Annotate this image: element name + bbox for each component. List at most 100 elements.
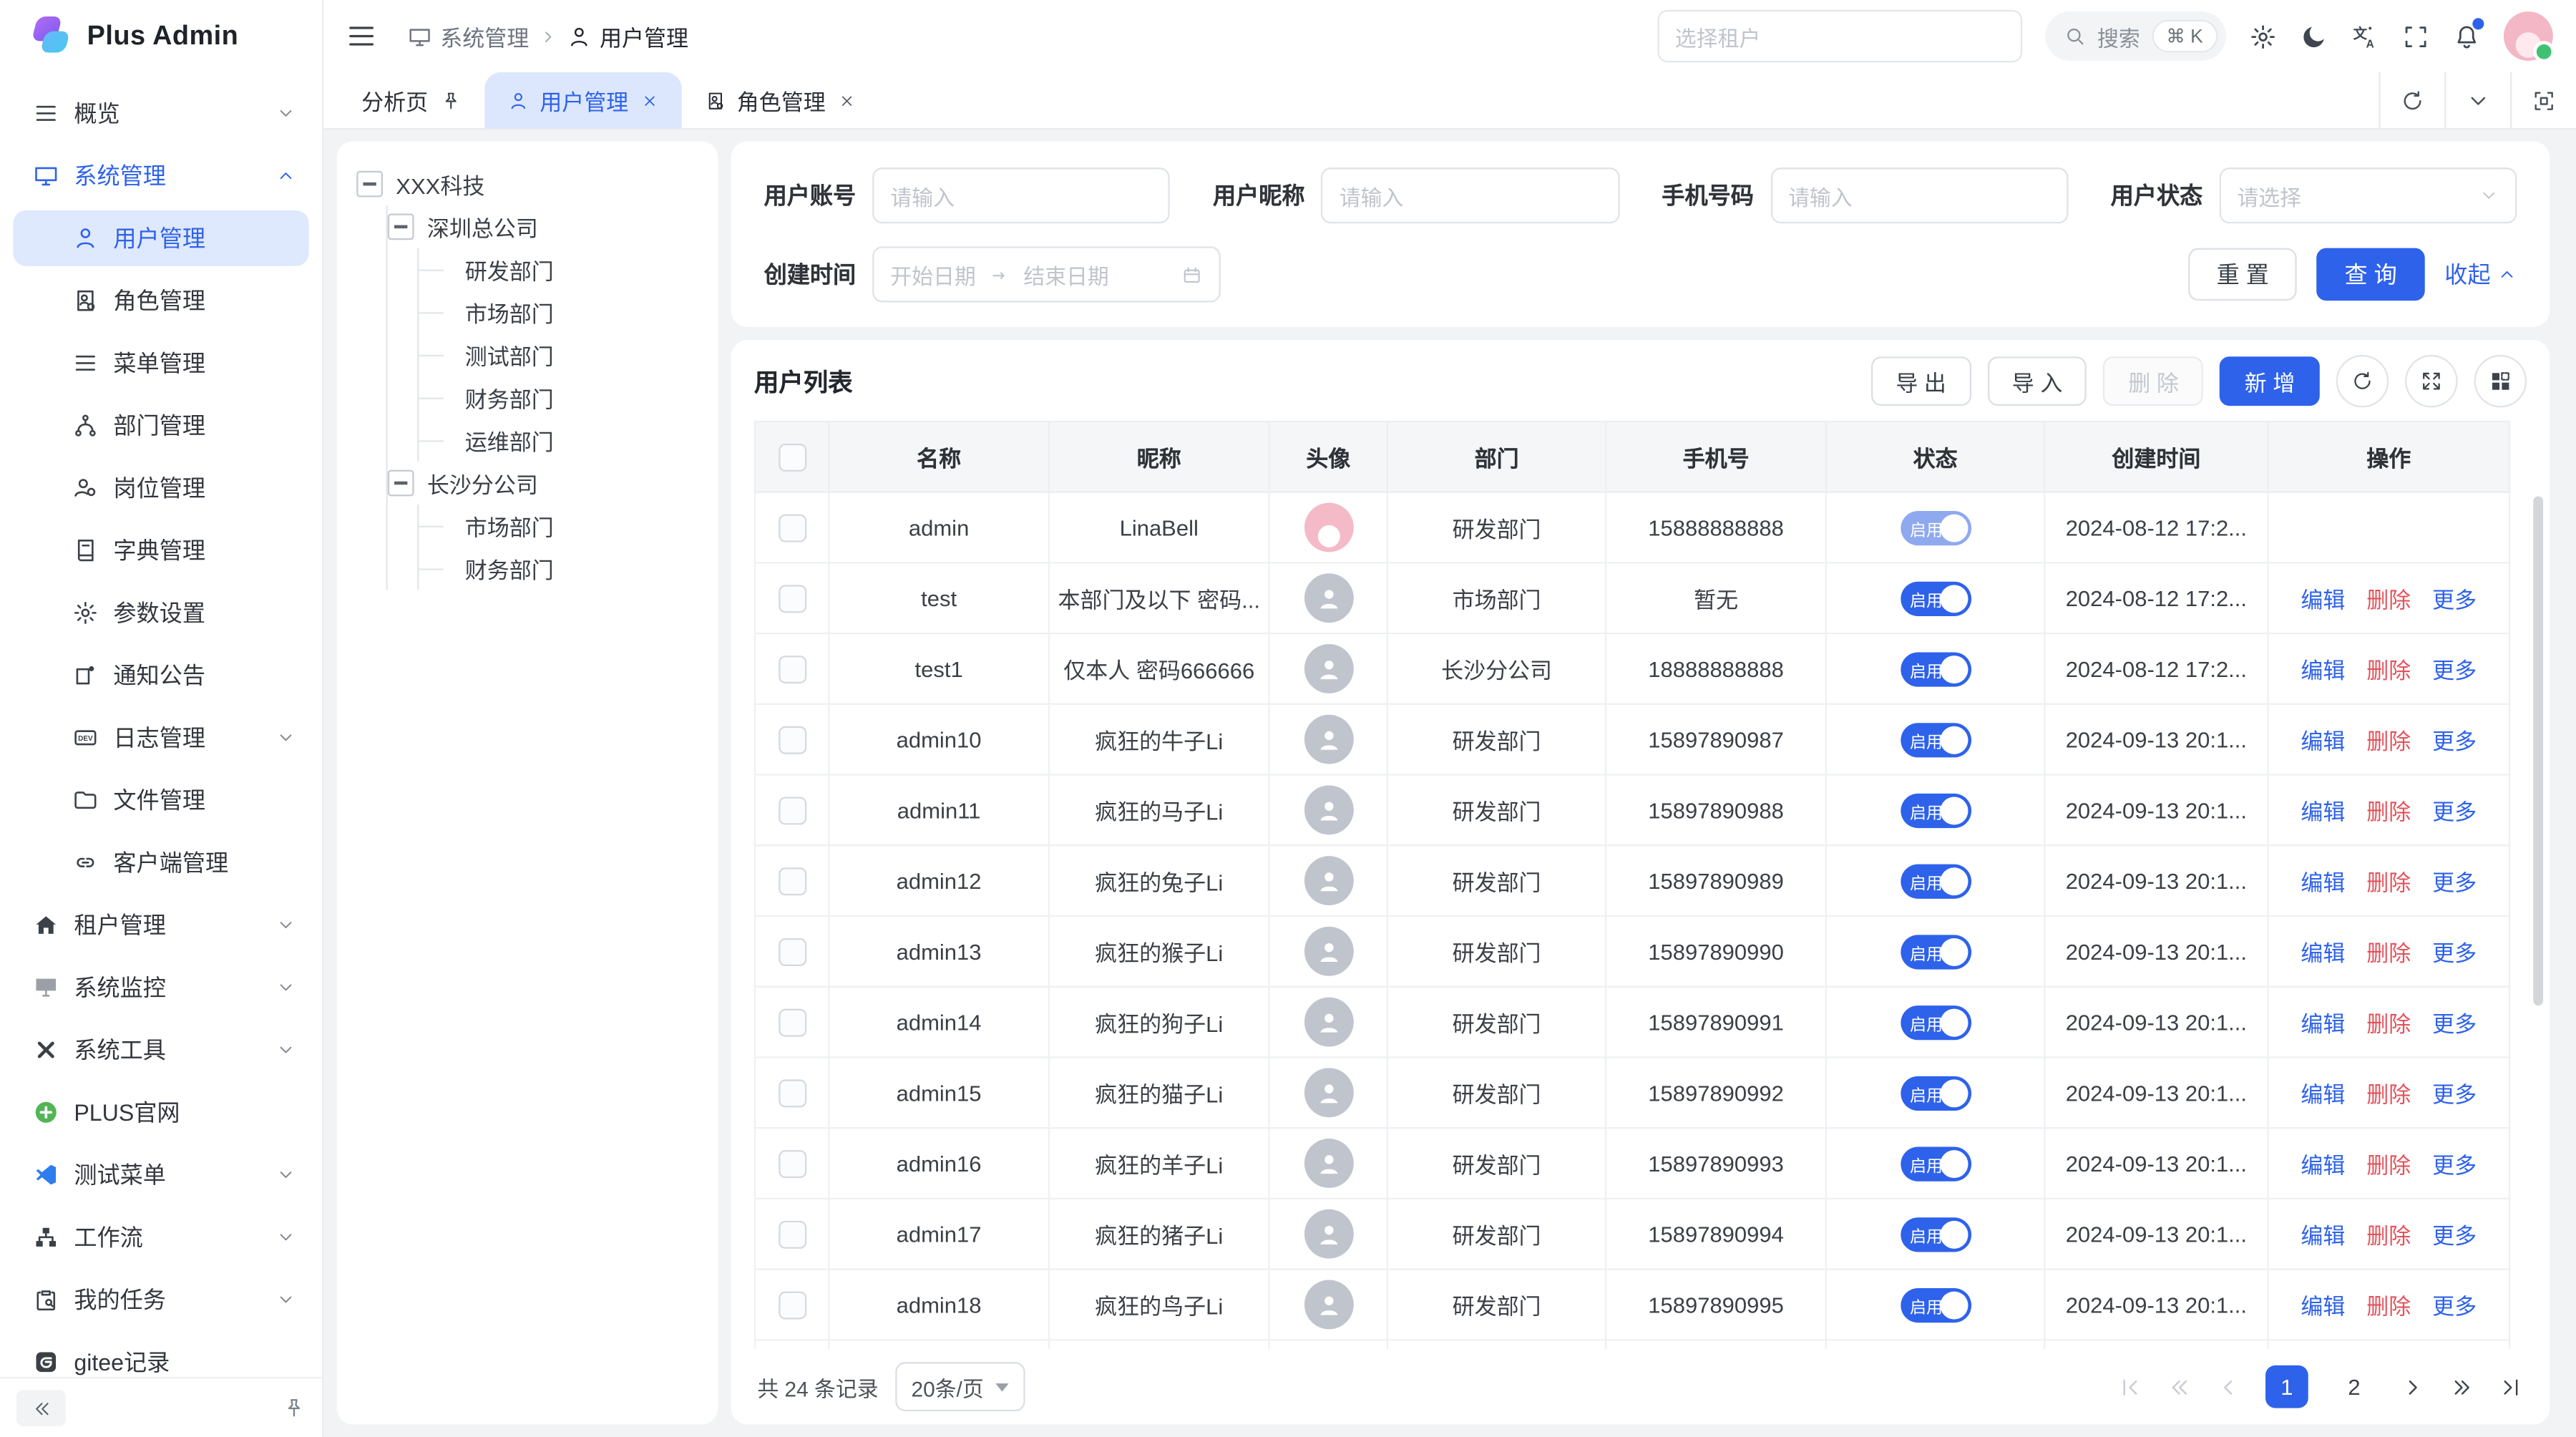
import-button[interactable]: 导 入: [1987, 356, 2087, 406]
dark-mode-moon-icon[interactable]: [2300, 22, 2328, 50]
more-link[interactable]: 更多: [2432, 942, 2477, 966]
sidebar-item-角色管理[interactable]: 角色管理: [13, 273, 308, 328]
more-link[interactable]: 更多: [2432, 588, 2477, 613]
status-toggle[interactable]: 启用: [1900, 722, 1971, 756]
notifications-bell-icon[interactable]: [2453, 22, 2481, 50]
page-size-select[interactable]: 20条/页: [895, 1362, 1025, 1411]
sidebar-item-系统管理[interactable]: 系统管理: [13, 148, 308, 204]
tree-collapse-toggle[interactable]: [388, 470, 414, 497]
delete-button[interactable]: 删 除: [2104, 356, 2204, 406]
tab-用户管理[interactable]: 用户管理: [484, 72, 681, 128]
sidebar-item-日志管理[interactable]: DEV日志管理: [13, 710, 308, 766]
refresh-table-button[interactable]: [2336, 355, 2389, 407]
more-link[interactable]: 更多: [2432, 800, 2477, 824]
delete-link[interactable]: 删除: [2366, 659, 2411, 683]
tree-node-研发部门[interactable]: 研发部门: [419, 248, 698, 291]
delete-link[interactable]: 删除: [2366, 1295, 2411, 1319]
more-link[interactable]: 更多: [2432, 1295, 2477, 1319]
status-toggle[interactable]: 启用: [1900, 1005, 1971, 1039]
edit-link[interactable]: 编辑: [2301, 659, 2345, 683]
status-toggle[interactable]: 启用: [1900, 1287, 1971, 1322]
date-range-picker[interactable]: 开始日期 结束日期: [872, 246, 1221, 302]
delete-link[interactable]: 删除: [2366, 1224, 2411, 1248]
edit-link[interactable]: 编辑: [2301, 800, 2345, 824]
sidebar-item-gitee记录[interactable]: gitee记录: [13, 1334, 308, 1377]
row-checkbox[interactable]: [778, 867, 806, 895]
tree-node-深圳总公司[interactable]: 深圳总公司: [388, 205, 698, 248]
sidebar-item-文件管理[interactable]: 文件管理: [13, 772, 308, 828]
sidebar-item-我的任务[interactable]: 我的任务: [13, 1272, 308, 1328]
tenant-select[interactable]: 选择租户: [1657, 10, 2022, 62]
status-select[interactable]: 请选择: [2219, 167, 2517, 223]
edit-link[interactable]: 编辑: [2301, 588, 2345, 613]
delete-link[interactable]: 删除: [2366, 729, 2411, 754]
more-link[interactable]: 更多: [2432, 1154, 2477, 1178]
sidebar-collapse-button[interactable]: [16, 1390, 66, 1426]
delete-link[interactable]: 删除: [2366, 871, 2411, 895]
nickname-input[interactable]: 请输入: [1321, 167, 1619, 223]
status-toggle[interactable]: 启用: [1900, 863, 1971, 897]
tree-node-测试部门[interactable]: 测试部门: [419, 333, 698, 376]
search-query-button[interactable]: 查 询: [2316, 248, 2424, 301]
sidebar-item-租户管理[interactable]: 租户管理: [13, 897, 308, 953]
refresh-tab-button[interactable]: [2379, 72, 2444, 128]
export-button[interactable]: 导 出: [1871, 356, 1971, 406]
sidebar-item-字典管理[interactable]: 字典管理: [13, 522, 308, 578]
fullscreen-icon[interactable]: [2402, 22, 2430, 50]
tree-node-XXX科技[interactable]: XXX科技: [356, 162, 698, 205]
phone-input[interactable]: 请输入: [1770, 167, 2068, 223]
last-page-button[interactable]: [2499, 1375, 2523, 1399]
row-checkbox[interactable]: [778, 655, 806, 683]
select-all-checkbox[interactable]: [778, 443, 806, 471]
status-toggle[interactable]: 启用: [1900, 510, 1971, 545]
settings-gear-icon[interactable]: [2249, 22, 2277, 50]
add-button[interactable]: 新 增: [2220, 356, 2320, 406]
sidebar-item-参数设置[interactable]: 参数设置: [13, 585, 308, 640]
account-input[interactable]: 请输入: [872, 167, 1170, 223]
breadcrumb-item-users[interactable]: 用户管理: [567, 20, 688, 53]
tree-collapse-toggle[interactable]: [388, 213, 414, 240]
edit-link[interactable]: 编辑: [2301, 729, 2345, 754]
sidebar-item-系统监控[interactable]: 系统监控: [13, 960, 308, 1015]
delete-link[interactable]: 删除: [2366, 1154, 2411, 1178]
sidebar-item-部门管理[interactable]: 部门管理: [13, 398, 308, 454]
edit-link[interactable]: 编辑: [2301, 1295, 2345, 1319]
page-number-2[interactable]: 2: [2333, 1365, 2376, 1408]
sidebar-item-测试菜单[interactable]: 测试菜单: [13, 1147, 308, 1203]
row-checkbox[interactable]: [778, 1149, 806, 1177]
sidebar-item-岗位管理[interactable]: 岗位管理: [13, 460, 308, 516]
page-number-1[interactable]: 1: [2265, 1365, 2308, 1408]
row-checkbox[interactable]: [778, 1078, 806, 1106]
vertical-scrollbar[interactable]: [2533, 496, 2543, 1005]
user-avatar[interactable]: [2504, 11, 2553, 61]
reset-button[interactable]: 重 置: [2189, 248, 2297, 301]
expand-table-button[interactable]: [2405, 355, 2457, 407]
row-checkbox[interactable]: [778, 937, 806, 965]
delete-link[interactable]: 删除: [2366, 1083, 2411, 1107]
sidebar-item-客户端管理[interactable]: 客户端管理: [13, 834, 308, 890]
status-toggle[interactable]: 启用: [1900, 1146, 1971, 1180]
pin-icon[interactable]: [283, 1397, 306, 1420]
sidebar-item-系统工具[interactable]: 系统工具: [13, 1022, 308, 1078]
column-settings-button[interactable]: [2474, 355, 2527, 407]
edit-link[interactable]: 编辑: [2301, 1224, 2345, 1248]
content-fullscreen-button[interactable]: [2510, 72, 2576, 128]
tab-分析页[interactable]: 分析页: [338, 72, 484, 128]
edit-link[interactable]: 编辑: [2301, 871, 2345, 895]
search-button[interactable]: 搜索 ⌘ K: [2044, 11, 2225, 61]
tab-menu-button[interactable]: [2444, 72, 2510, 128]
tree-node-运维部门[interactable]: 运维部门: [419, 419, 698, 462]
delete-link[interactable]: 删除: [2366, 800, 2411, 824]
sidebar-item-工作流[interactable]: 工作流: [13, 1209, 308, 1265]
status-toggle[interactable]: 启用: [1900, 793, 1971, 827]
tab-角色管理[interactable]: 角色管理: [681, 72, 879, 128]
breadcrumb-item-system[interactable]: 系统管理: [407, 20, 529, 53]
more-link[interactable]: 更多: [2432, 729, 2477, 754]
tree-node-市场部门[interactable]: 市场部门: [419, 505, 698, 547]
status-toggle[interactable]: 启用: [1900, 934, 1971, 968]
more-link[interactable]: 更多: [2432, 871, 2477, 895]
row-checkbox[interactable]: [778, 1008, 806, 1036]
more-link[interactable]: 更多: [2432, 1083, 2477, 1107]
status-toggle[interactable]: 启用: [1900, 1217, 1971, 1251]
status-toggle[interactable]: 启用: [1900, 581, 1971, 615]
